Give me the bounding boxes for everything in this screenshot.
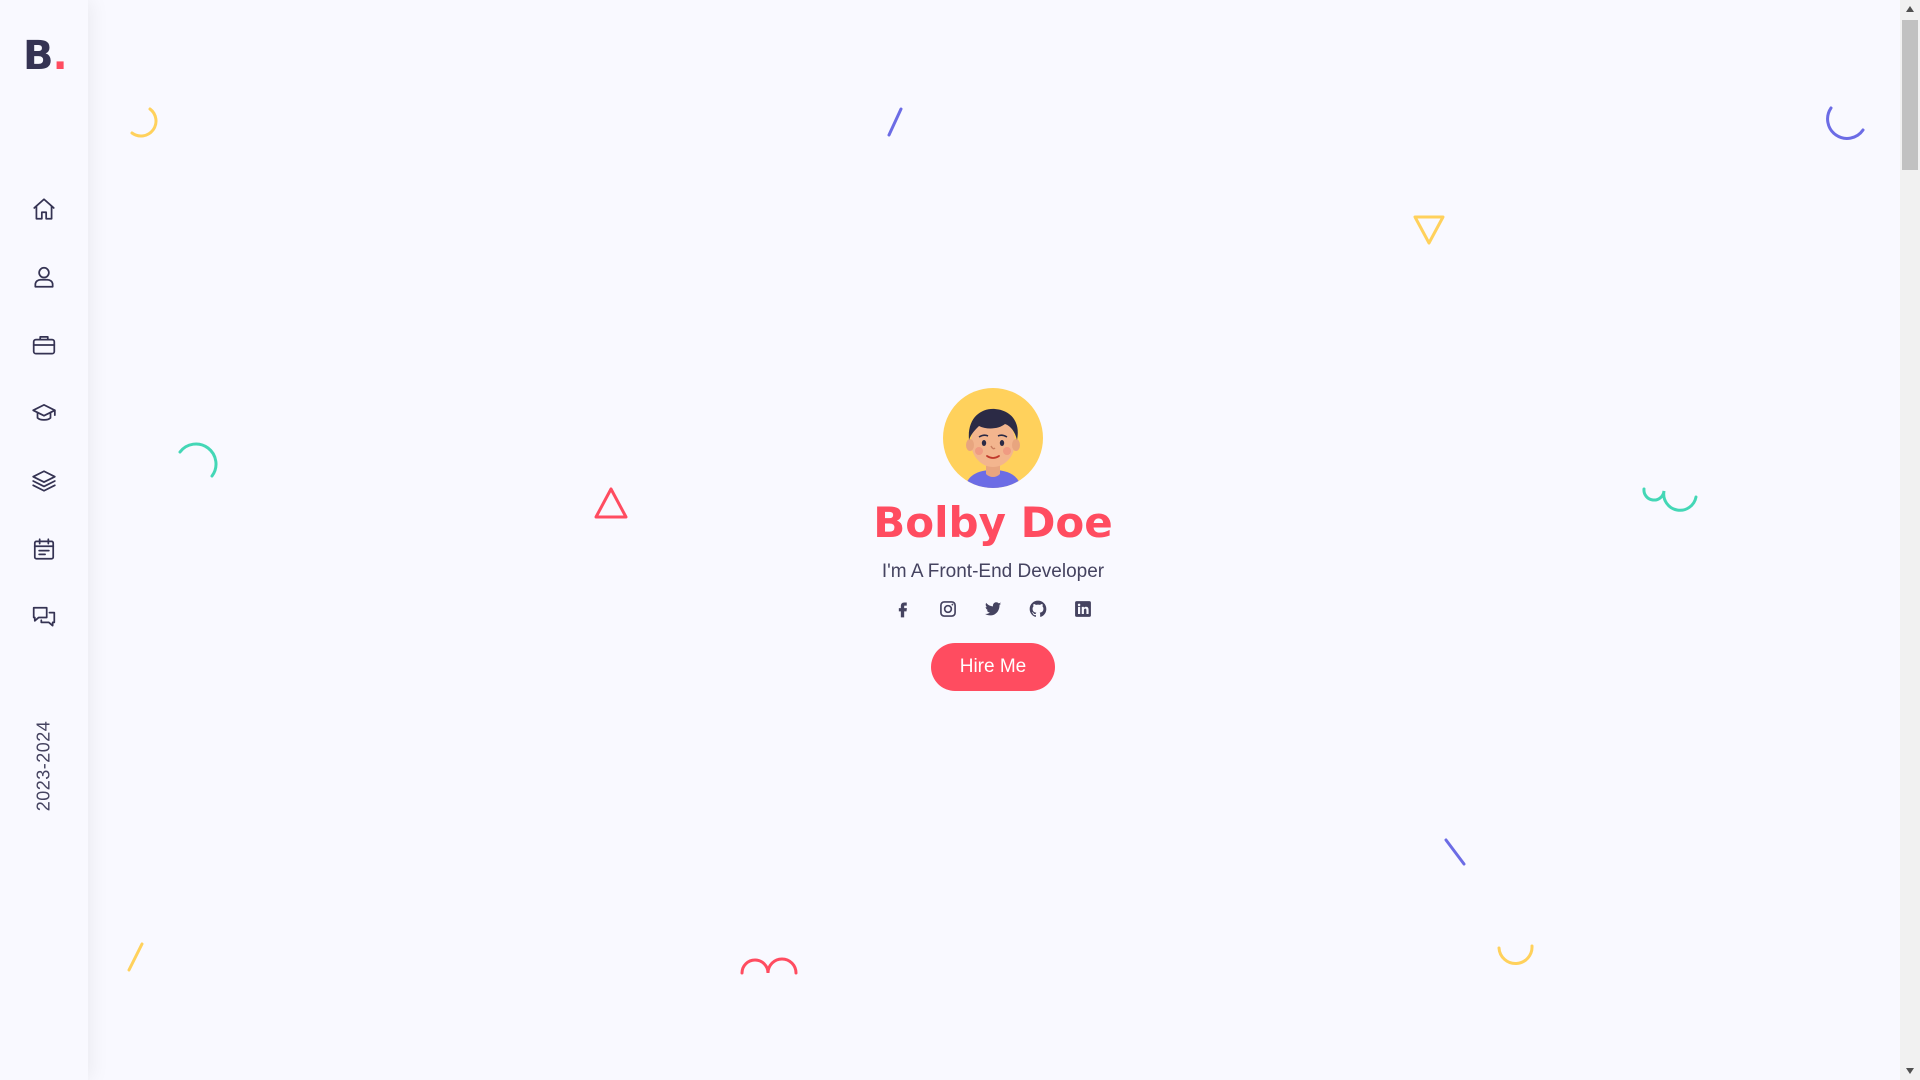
sidebar-item-education[interactable] (0, 379, 88, 447)
logo-dot: . (52, 33, 68, 79)
sidebar-item-services[interactable] (0, 311, 88, 379)
hero-content: Bolby Doe I'm A Front-End Developer Hire… (743, 388, 1243, 691)
decor-squiggle-green (1642, 487, 1698, 512)
sidebar-item-home[interactable] (0, 175, 88, 243)
copyright-year: 2023-2024 (33, 720, 54, 812)
scroll-up-arrow[interactable] (1900, 0, 1920, 18)
chat-icon (32, 606, 56, 627)
briefcase-icon (32, 336, 56, 355)
calendar-icon (33, 538, 55, 560)
avatar-illustration (965, 408, 1021, 488)
decor-triangle-red (594, 487, 628, 519)
sidebar-item-works[interactable] (0, 447, 88, 515)
vertical-scrollbar[interactable] (1900, 0, 1920, 1080)
caret-down-icon (1906, 1068, 1914, 1074)
layers-icon (32, 470, 56, 492)
sidebar-item-contact[interactable] (0, 583, 88, 651)
social-links (891, 596, 1096, 621)
logo[interactable]: B. (23, 32, 68, 80)
hero-section: Bolby Doe I'm A Front-End Developer Hire… (88, 0, 1900, 1080)
facebook-icon (898, 602, 907, 617)
linkedin-icon (1075, 600, 1091, 617)
facebook-link[interactable] (891, 596, 916, 621)
hire-me-button[interactable]: Hire Me (931, 643, 1055, 691)
decor-arc-blue (1826, 106, 1865, 140)
twitter-icon (985, 601, 1002, 615)
logo-letter: B (23, 33, 53, 79)
sidebar-item-about[interactable] (0, 243, 88, 311)
decor-squiggle-red (740, 957, 798, 975)
sidebar-item-blog[interactable] (0, 515, 88, 583)
decor-arc-yellow (130, 107, 158, 138)
decor-triangle-yellow (1413, 215, 1445, 245)
decor-line-yellow (127, 942, 144, 972)
linkedin-link[interactable] (1071, 596, 1096, 621)
github-link[interactable] (1026, 596, 1051, 621)
hero-name: Bolby Doe (873, 498, 1113, 547)
hero-role: I'm A Front-End Developer (881, 561, 1105, 582)
caret-up-icon (1906, 6, 1914, 12)
scrollbar-thumb[interactable] (1902, 20, 1918, 170)
twitter-link[interactable] (981, 596, 1006, 621)
decor-arc-yellow-2 (1497, 944, 1534, 965)
scroll-down-arrow[interactable] (1900, 1062, 1920, 1080)
instagram-link[interactable] (936, 596, 961, 621)
graduation-cap-icon (32, 404, 56, 421)
avatar (943, 388, 1043, 488)
sidebar: B. 2023-2024 (0, 0, 88, 1080)
github-icon (1029, 600, 1047, 617)
decor-arc-green (178, 442, 218, 478)
user-icon (34, 266, 54, 288)
home-icon (33, 198, 55, 220)
instagram-icon (940, 600, 956, 617)
decor-line-blue (887, 107, 903, 137)
decor-line-blue-2 (1444, 838, 1466, 866)
sidebar-nav (0, 175, 88, 651)
